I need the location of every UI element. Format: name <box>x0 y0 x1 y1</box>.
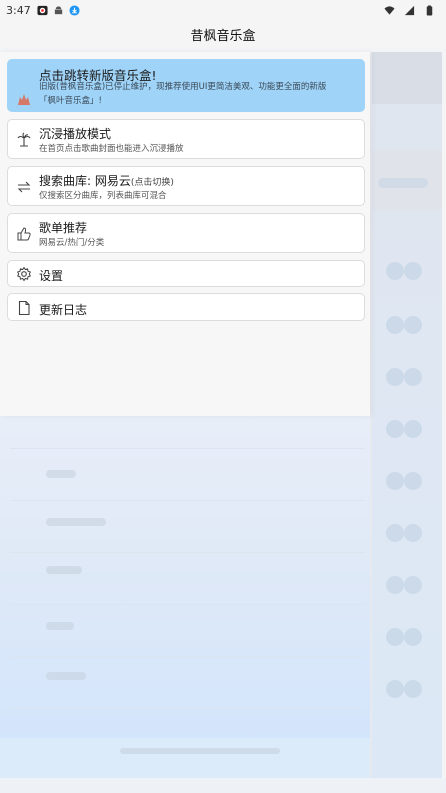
new-version-banner[interactable]: 点击跳转新版音乐盒! 旧版(昔枫音乐盒)已停止维护，现推荐使用UI更简洁美观、功… <box>7 59 365 112</box>
menu-item-subtitle: 在首页点击歌曲封面也能进入沉浸播放 <box>39 144 184 154</box>
background-divider <box>10 604 365 605</box>
background-blur-icon <box>404 524 422 542</box>
status-bar: 3:47 <box>0 0 446 20</box>
battery-icon <box>426 4 433 16</box>
background-blur-icon <box>404 680 422 698</box>
background-blur-icon <box>404 420 422 438</box>
background-divider <box>10 552 365 553</box>
background-blur-text <box>46 566 82 574</box>
palm-tree-icon <box>17 132 31 147</box>
background-blur-icon <box>386 628 404 646</box>
menu-item-title: 搜索曲库: 网易云(点击切换) <box>39 172 174 189</box>
menu-item-title: 更新日志 <box>39 303 88 317</box>
thumbs-up-icon <box>17 227 31 241</box>
background-blur-icon <box>404 368 422 386</box>
background-blur-icon <box>404 576 422 594</box>
menu-playlist-recommend[interactable]: 歌单推荐 网易云/热门/分类 <box>7 213 365 253</box>
android-icon <box>54 5 62 14</box>
background-blur-icon <box>386 680 404 698</box>
background-blur-icon <box>404 262 422 280</box>
maple-leaf-icon <box>18 94 30 105</box>
switch-hint: (点击切换) <box>130 178 174 188</box>
background-player-bar <box>0 738 370 778</box>
search-library-label: 搜索曲库: 网易云 <box>39 174 131 188</box>
banner-description-cont: 「枫叶音乐盒」! <box>39 96 102 106</box>
wifi-icon <box>384 5 395 15</box>
background-blur-icon <box>404 628 422 646</box>
navigation-drawer: 点击跳转新版音乐盒! 旧版(昔枫音乐盒)已停止维护，现推荐使用UI更简洁美观、功… <box>0 52 370 416</box>
document-icon <box>18 300 30 316</box>
background-blur-icon <box>404 316 422 334</box>
background-blur-icon <box>404 472 422 490</box>
bottom-navigation-strip <box>0 778 446 793</box>
signal-icon <box>404 5 415 15</box>
background-header-blur <box>372 52 442 104</box>
menu-settings[interactable]: 设置 <box>7 260 365 287</box>
menu-item-title: 设置 <box>39 269 64 283</box>
background-blur-icon <box>386 524 404 542</box>
background-blur-text <box>46 518 106 526</box>
background-blur-icon <box>386 316 404 334</box>
background-blur-text <box>120 748 280 754</box>
background-divider <box>10 448 365 449</box>
background-divider <box>10 500 365 501</box>
background-blur-icon <box>386 420 404 438</box>
banner-description: 旧版(昔枫音乐盒)已停止维护，现推荐使用UI更简洁美观、功能更全面的新版 <box>39 82 327 92</box>
menu-item-subtitle: 网易云/热门/分类 <box>39 238 105 248</box>
background-blur-text <box>46 622 74 630</box>
background-divider <box>10 656 365 657</box>
background-blur-icon <box>386 368 404 386</box>
menu-search-library[interactable]: 搜索曲库: 网易云(点击切换) 仅搜索区分曲库，列表曲库可混合 <box>7 166 365 206</box>
background-blur-icon <box>386 262 404 280</box>
status-time: 3:47 <box>6 3 31 17</box>
page-title: 昔枫音乐盒 <box>190 28 256 44</box>
menu-item-subtitle: 仅搜索区分曲库，列表曲库可混合 <box>39 191 167 201</box>
menu-item-title: 歌单推荐 <box>39 221 88 235</box>
app-title-bar: 昔枫音乐盒 <box>0 20 446 48</box>
menu-update-log[interactable]: 更新日志 <box>7 293 365 321</box>
app-badge-icon <box>37 5 48 15</box>
background-blur-text <box>46 470 76 478</box>
swap-arrows-icon <box>17 181 31 193</box>
menu-item-title: 沉浸播放模式 <box>39 127 112 141</box>
background-blur-text <box>46 672 86 680</box>
background-blur-icon <box>386 472 404 490</box>
background-divider <box>10 708 365 709</box>
gear-icon <box>16 266 32 282</box>
background-blur-icon <box>386 576 404 594</box>
download-icon <box>69 4 80 16</box>
menu-immersive-mode[interactable]: 沉浸播放模式 在首页点击歌曲封面也能进入沉浸播放 <box>7 119 365 159</box>
background-blur-text <box>378 178 428 188</box>
